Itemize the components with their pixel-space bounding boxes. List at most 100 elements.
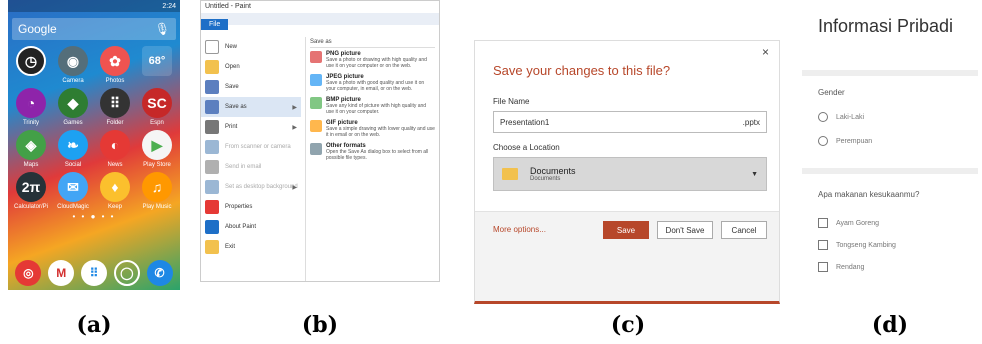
radio-option[interactable]: Perempuan [818, 136, 872, 146]
app-games[interactable]: ◆ Games [52, 88, 94, 126]
app-news[interactable]: ◐ News [94, 130, 136, 168]
app-drawer-icon[interactable]: ⠿ [80, 260, 107, 286]
mail-icon: ✉ [58, 172, 88, 202]
news-icon: ◐ [100, 130, 130, 160]
checkbox[interactable] [818, 218, 828, 228]
option-description: Save a simple drawing with lower quality… [326, 126, 435, 138]
file-extension: .pptx [742, 117, 760, 127]
menu-item-label: Print [225, 124, 238, 130]
desktop-icon [205, 180, 219, 194]
paint-window: Untitled - Paint File New Open Save Save as… [200, 0, 440, 282]
gmail-icon[interactable]: M [48, 260, 75, 286]
app-trinity[interactable]: ◔ Trinity [10, 88, 52, 126]
save-as-option[interactable]: BMP picture Save any kind of picture with… [310, 97, 435, 115]
caption-a: (a) [76, 312, 112, 338]
save-as-option[interactable]: PNG picture Save a photo or drawing with … [310, 51, 435, 69]
app-mail[interactable]: ✉ CloudMagic [52, 172, 94, 210]
app-folder[interactable]: ⠿ Folder [94, 88, 136, 126]
chevron-right-icon: ▶ [292, 124, 297, 131]
microphone-icon[interactable]: 🎙 [155, 22, 170, 36]
menu-item-new[interactable]: New [201, 37, 301, 57]
save-as-option[interactable]: Other formats Open the Save As dialog box… [310, 143, 435, 161]
app-photos[interactable]: ✿ Photos [94, 46, 136, 84]
app-play-store[interactable]: ▶ Play Store [136, 130, 178, 168]
app-label: Games [63, 120, 83, 126]
menu-item-open[interactable]: Open [201, 57, 301, 77]
file-tab[interactable]: File [201, 19, 229, 30]
exit-icon [205, 240, 219, 254]
app-label: Trinity [22, 120, 40, 126]
file-type-icon [310, 51, 322, 63]
file-type-icon [310, 143, 322, 155]
form-title: Informasi Pribadi [818, 16, 954, 36]
menu-item-set-as-desktop-background[interactable]: Set as desktop background ▶ [201, 177, 301, 197]
app-calculator[interactable]: 2π Calculator/Pi [10, 172, 52, 210]
photos-icon: ✿ [100, 46, 130, 76]
app-keep[interactable]: ♦ Keep [94, 172, 136, 210]
checkbox[interactable] [818, 262, 828, 272]
app-espn[interactable]: SC Espn [136, 88, 178, 126]
location-dropdown[interactable]: Documents Documents ▼ [493, 157, 767, 191]
app-twitter[interactable]: ❧ Social [52, 130, 94, 168]
save-as-option[interactable]: JPEG picture Save a photo with good quali… [310, 74, 435, 92]
save-dialog: × Save your changes to this file? File N… [474, 40, 780, 304]
save-as-option[interactable]: GIF picture Save a simple drawing with lo… [310, 120, 435, 138]
checkbox-option[interactable]: Tongseng Kambing [818, 240, 896, 250]
app-label: Keep [107, 204, 122, 210]
file-type-icon [310, 120, 322, 132]
app-clock[interactable]: ◷ [10, 46, 52, 84]
save-as-icon [205, 100, 219, 114]
option-label: Ayam Goreng [836, 219, 880, 227]
save-button[interactable]: Save [603, 221, 649, 239]
file-name-input[interactable]: Presentation1 .pptx [493, 111, 767, 133]
new-icon [205, 40, 219, 54]
app-weather[interactable]: 68° [136, 46, 178, 84]
menu-item-send-in-email[interactable]: Send in email [201, 157, 301, 177]
app-music[interactable]: ♫ Play Music [136, 172, 178, 210]
option-label: Laki-Laki [836, 113, 865, 121]
file-type-icon [310, 74, 322, 86]
personal-info-form: Informasi Pribadi Gender Laki-Laki Perem… [802, 0, 978, 300]
phone-icon[interactable]: ✆ [146, 260, 173, 286]
checkmark-icon [205, 200, 219, 214]
music-icon: ♫ [142, 172, 172, 202]
menu-item-about-paint[interactable]: About Paint [201, 217, 301, 237]
checkbox-option[interactable]: Rendang [818, 262, 864, 272]
checkbox[interactable] [818, 240, 828, 250]
google-search-bar[interactable]: Google 🎙 [12, 18, 176, 40]
option-description: Save a photo with good quality and use i… [326, 80, 425, 92]
checkbox-option[interactable]: Ayam Goreng [818, 218, 879, 228]
menu-item-label: Set as desktop background [225, 184, 298, 190]
menu-item-label: Properties [225, 204, 253, 210]
app-label: Camera [62, 78, 84, 84]
app-label: Play Store [143, 162, 171, 168]
cancel-button[interactable]: Cancel [721, 221, 767, 239]
chrome-icon[interactable]: ◎ [15, 260, 42, 286]
menu-item-save-as[interactable]: Save as ▶ [201, 97, 301, 117]
file-menu: New Open Save Save as ▶ Print ▶ From scanner or… [201, 37, 301, 281]
app-label: Calculator/Pi [13, 204, 48, 210]
hangouts-icon[interactable]: ◯ [113, 260, 140, 286]
menu-item-save[interactable]: Save [201, 77, 301, 97]
menu-item-print[interactable]: Print ▶ [201, 117, 301, 137]
dont-save-button[interactable]: Don't Save [657, 221, 713, 239]
menu-item-properties[interactable]: Properties [201, 197, 301, 217]
page-indicator: • • ● • • [72, 212, 116, 221]
radio-button[interactable] [818, 136, 828, 146]
menu-item-exit[interactable]: Exit [201, 237, 301, 257]
chevron-right-icon: ▶ [292, 184, 297, 191]
radio-option[interactable]: Laki-Laki [818, 112, 864, 122]
app-label: Espn [150, 120, 164, 126]
dock: ◎ M ⠿ ◯ ✆ [12, 260, 176, 286]
more-options-link[interactable]: More options... [493, 225, 546, 234]
menu-item-label: From scanner or camera [225, 144, 291, 150]
menu-item-label: Save [225, 84, 239, 90]
radio-button[interactable] [818, 112, 828, 122]
app-camera[interactable]: ◉ Camera [52, 46, 94, 84]
app-maps[interactable]: ◈ Maps [10, 130, 52, 168]
close-icon[interactable]: × [762, 45, 769, 59]
option-description: Save a photo or drawing with high qualit… [326, 57, 427, 69]
section-divider [802, 168, 978, 174]
calculator-icon: 2π [16, 172, 46, 202]
menu-item-from-scanner-or-camera[interactable]: From scanner or camera [201, 137, 301, 157]
